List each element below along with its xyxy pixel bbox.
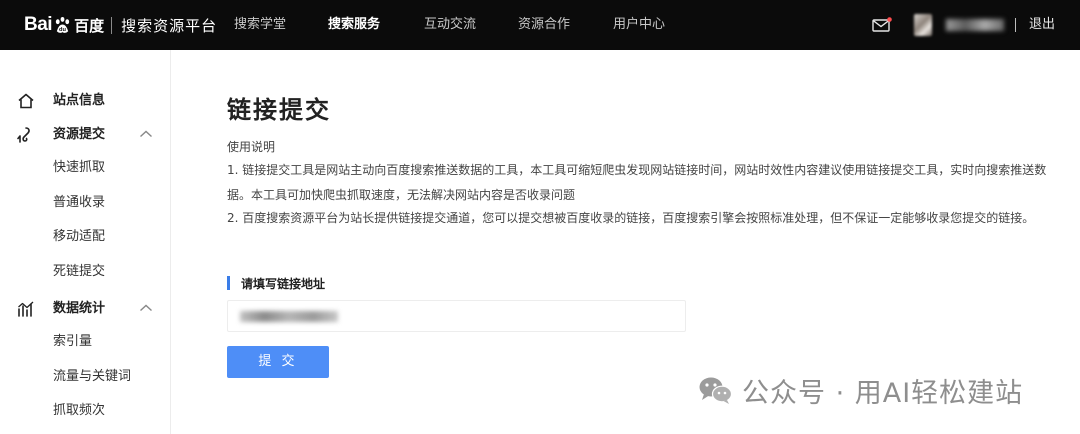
nav-interaction[interactable]: 互动交流 [424,0,476,50]
avatar[interactable] [914,14,932,36]
nav-search-service[interactable]: 搜索服务 [328,0,380,50]
sidebar-group-label: 数据统计 [53,301,106,316]
svg-text:du: du [59,27,66,33]
logo-du-text: 百度 [74,16,105,35]
platform-name: 搜索资源平台 [121,16,218,35]
header-divider [1015,18,1016,32]
usage-line-1-cont: 据。本工具可加快爬虫抓取速度，无法解决网站内容是否收录问题 [227,188,576,202]
usage-title: 使用说明 [227,140,276,154]
stats-icon [18,301,34,317]
sidebar-group-resource-submit[interactable]: 资源提交 [0,118,171,152]
top-navigation-bar: Bai du 百度 搜索资源平台 搜索学堂 搜索服务 互动交流 资源合作 用户中… [0,0,1080,50]
home-icon [18,93,34,109]
nav-resource-cooperation[interactable]: 资源合作 [518,0,570,50]
sidebar-item-dead-link[interactable]: 死链提交 [53,262,105,282]
watermark: 公众号 · 用AI轻松建站 [698,368,1023,412]
usage-line-1: 1. 链接提交工具是网站主动向百度搜索推送数据的工具，本工具可缩短爬虫发现网站链… [227,163,1047,177]
chevron-up-icon[interactable] [139,303,153,313]
sidebar-item-crawl-frequency[interactable]: 抓取频次 [53,401,105,421]
sidebar-group-data-stats[interactable]: 数据统计 [0,292,171,326]
logout-link[interactable]: 退出 [1029,0,1055,50]
page-title: 链接提交 [227,96,331,124]
section-label: 请填写链接地址 [241,277,326,291]
wechat-icon [699,377,733,404]
paw-icon: du [55,16,70,33]
sidebar-item-site-info[interactable]: 站点信息 [0,84,171,118]
sidebar-item-normal-index[interactable]: 普通收录 [53,193,105,213]
mail-icon[interactable] [872,17,892,33]
sidebar-item-index-volume[interactable]: 索引量 [53,332,92,352]
sidebar-item-fast-crawl[interactable]: 快速抓取 [53,158,105,178]
section-accent-bar [227,276,230,290]
sidebar-item-label: 站点信息 [53,93,106,108]
sidebar: 站点信息 资源提交 快速抓取 普通收录 移动适配 死链提交 数据统计 索引量 流… [0,50,171,434]
sidebar-group-label: 资源提交 [53,127,106,142]
url-input[interactable] [227,300,686,332]
logo-divider [111,16,113,34]
username-blurred[interactable] [946,19,1004,31]
sidebar-item-traffic-keywords[interactable]: 流量与关键词 [53,367,131,387]
nav-user-center[interactable]: 用户中心 [613,0,665,50]
submit-button[interactable]: 提 交 [227,346,329,378]
sidebar-item-mobile-adapt[interactable]: 移动适配 [53,227,105,247]
chevron-up-icon[interactable] [139,129,153,139]
submit-icon [17,127,30,143]
baidu-logo[interactable]: Bai du 百度 搜索资源平台 [24,13,217,37]
logo-bai-text: Bai [24,14,53,35]
usage-line-2: 2. 百度搜索资源平台为站长提供链接提交通道，您可以提交想被百度收录的链接，百度… [227,211,1035,225]
nav-search-academy[interactable]: 搜索学堂 [234,0,286,50]
url-value-blurred [240,311,338,322]
watermark-text: 公众号 · 用AI轻松建站 [742,377,1024,409]
